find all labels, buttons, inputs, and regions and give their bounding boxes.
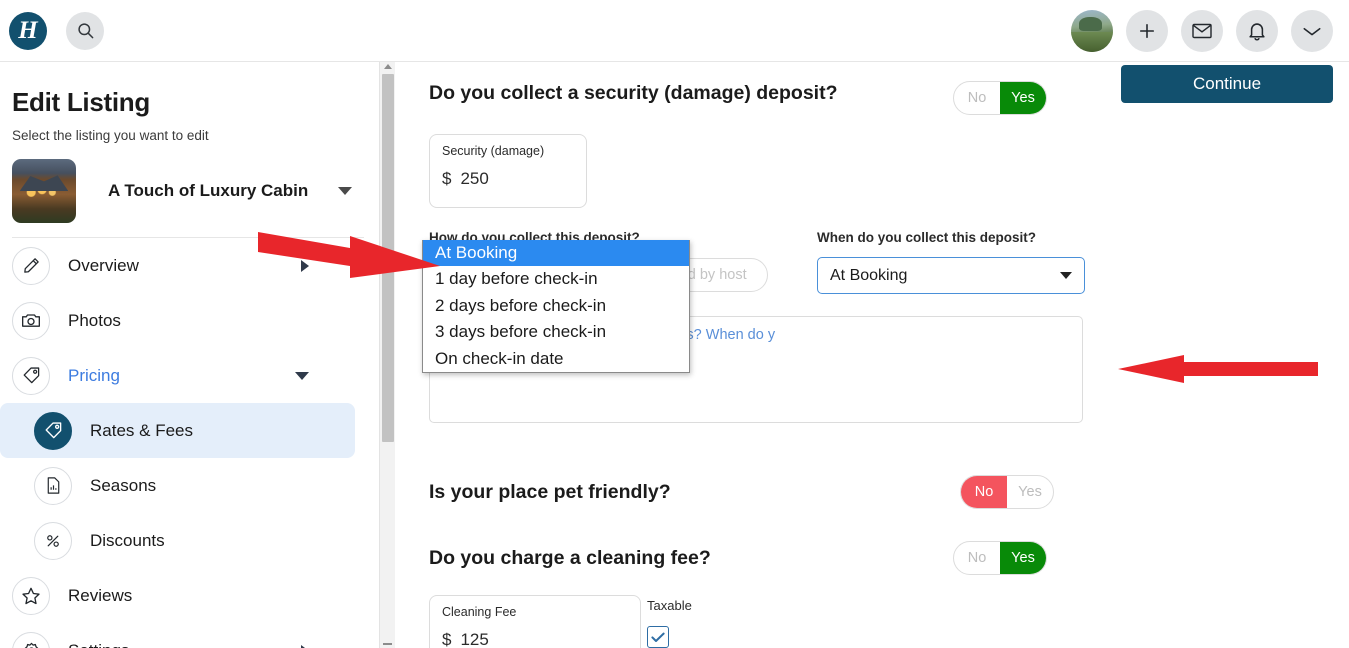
cleaning-fee-toggle[interactable]: No Yes <box>953 541 1047 575</box>
field-label: Cleaning Fee <box>442 605 517 619</box>
houfy-logo[interactable]: H <box>9 11 47 50</box>
listing-selector[interactable]: A Touch of Luxury Cabin <box>12 159 364 238</box>
listing-name: A Touch of Luxury Cabin <box>108 181 309 200</box>
gear-icon <box>12 631 50 648</box>
field-value-row: $250 <box>442 169 586 189</box>
pencil-icon <box>12 246 50 285</box>
top-navigation-bar: H <box>0 0 1349 62</box>
page-subtitle: Select the listing you want to edit <box>12 128 209 143</box>
sidebar-item-overview[interactable]: Overview <box>0 238 355 293</box>
edit-listing-sidebar: Edit Listing Select the listing you want… <box>0 62 379 648</box>
star-icon <box>12 576 50 615</box>
sidebar-nav: Overview Photos Pricing Rates & Fees Sea… <box>0 238 379 648</box>
sidebar-item-seasons[interactable]: Seasons <box>0 458 355 513</box>
sidebar-item-label: Pricing <box>68 365 120 385</box>
sidebar-item-discounts[interactable]: Discounts <box>0 513 355 568</box>
when-collect-select[interactable]: At Booking <box>817 257 1085 294</box>
currency-symbol: $ <box>442 169 452 188</box>
toggle-yes-option[interactable]: Yes <box>1000 542 1046 574</box>
messages-envelope-icon[interactable] <box>1181 9 1223 52</box>
sidebar-item-photos[interactable]: Photos <box>0 293 355 348</box>
field-label: Security (damage) <box>442 144 545 158</box>
toggle-yes-option[interactable]: Yes <box>1000 82 1046 114</box>
when-collect-dropdown-list[interactable]: At Booking 1 day before check-in 2 days … <box>422 240 690 374</box>
sidebar-item-label: Rates & Fees <box>90 420 193 440</box>
dropdown-option[interactable]: At Booking <box>423 240 689 267</box>
percent-icon <box>34 521 72 560</box>
listing-thumbnail-cabin <box>12 159 76 223</box>
cleaning-fee-question: Do you charge a cleaning fee? <box>429 547 711 569</box>
toggle-no-option[interactable]: No <box>954 542 1000 574</box>
dropdown-option[interactable]: On check-in date <box>423 346 689 372</box>
expand-right-icon[interactable] <box>301 644 309 648</box>
cleaning-fee-amount-input[interactable]: 125 <box>460 630 488 648</box>
field-value-row: $125 <box>442 630 640 648</box>
currency-symbol: $ <box>442 630 452 648</box>
search-icon[interactable] <box>66 11 104 50</box>
dropdown-option[interactable]: 1 day before check-in <box>423 266 689 292</box>
camera-icon <box>12 301 50 340</box>
sidebar-item-label: Reviews <box>68 585 133 605</box>
taxable-checkbox[interactable] <box>647 626 669 648</box>
sidebar-item-label: Settings <box>68 641 129 648</box>
dropdown-option[interactable]: 2 days before check-in <box>423 293 689 319</box>
taxable-label: Taxable <box>647 598 692 613</box>
sidebar-item-label: Overview <box>68 255 139 275</box>
scrollbar-thumb[interactable] <box>382 74 394 442</box>
top-bar-actions <box>1071 9 1349 52</box>
page-title: Edit Listing <box>12 87 150 117</box>
chevron-down-icon[interactable] <box>338 187 352 195</box>
document-chart-icon <box>34 466 72 505</box>
sidebar-item-pricing[interactable]: Pricing <box>0 348 355 403</box>
pet-friendly-toggle[interactable]: No Yes <box>960 475 1054 509</box>
sidebar-item-label: Photos <box>68 310 121 330</box>
sidebar-item-label: Seasons <box>90 475 157 495</box>
when-collect-selected-value: At Booking <box>830 266 908 284</box>
scroll-up-arrow-icon[interactable] <box>384 64 392 69</box>
tag-icon <box>34 411 72 450</box>
cleaning-fee-amount-field[interactable]: Cleaning Fee $125 <box>429 595 641 648</box>
security-deposit-question: Do you collect a security (damage) depos… <box>429 82 838 104</box>
toggle-no-option[interactable]: No <box>961 476 1007 508</box>
continue-button[interactable]: Continue <box>1121 65 1333 103</box>
security-deposit-toggle[interactable]: No Yes <box>953 81 1047 115</box>
when-collect-label: When do you collect this deposit? <box>817 230 1037 245</box>
collapse-down-icon[interactable] <box>295 371 309 380</box>
tag-icon <box>12 356 50 395</box>
sidebar-item-settings[interactable]: Settings <box>0 623 355 648</box>
toggle-yes-option[interactable]: Yes <box>1007 476 1053 508</box>
dropdown-option[interactable]: 3 days before check-in <box>423 319 689 345</box>
sidebar-scrollbar[interactable] <box>379 62 395 648</box>
sidebar-item-rates-and-fees[interactable]: Rates & Fees <box>0 403 355 458</box>
user-avatar[interactable] <box>1071 9 1113 52</box>
security-deposit-amount-input[interactable]: 250 <box>460 169 488 188</box>
toggle-no-option[interactable]: No <box>954 82 1000 114</box>
pet-friendly-question: Is your place pet friendly? <box>429 481 671 503</box>
sidebar-item-label: Discounts <box>90 530 165 550</box>
expand-right-icon[interactable] <box>301 259 309 272</box>
sidebar-item-reviews[interactable]: Reviews <box>0 568 355 623</box>
add-icon[interactable] <box>1126 9 1168 52</box>
checkmark-icon <box>651 632 665 642</box>
account-chevron-down-icon[interactable] <box>1291 9 1333 52</box>
scroll-down-arrow-icon[interactable] <box>383 643 392 645</box>
chevron-down-icon <box>1060 272 1072 279</box>
notifications-bell-icon[interactable] <box>1236 9 1278 52</box>
security-deposit-amount-field[interactable]: Security (damage) $250 <box>429 134 587 208</box>
